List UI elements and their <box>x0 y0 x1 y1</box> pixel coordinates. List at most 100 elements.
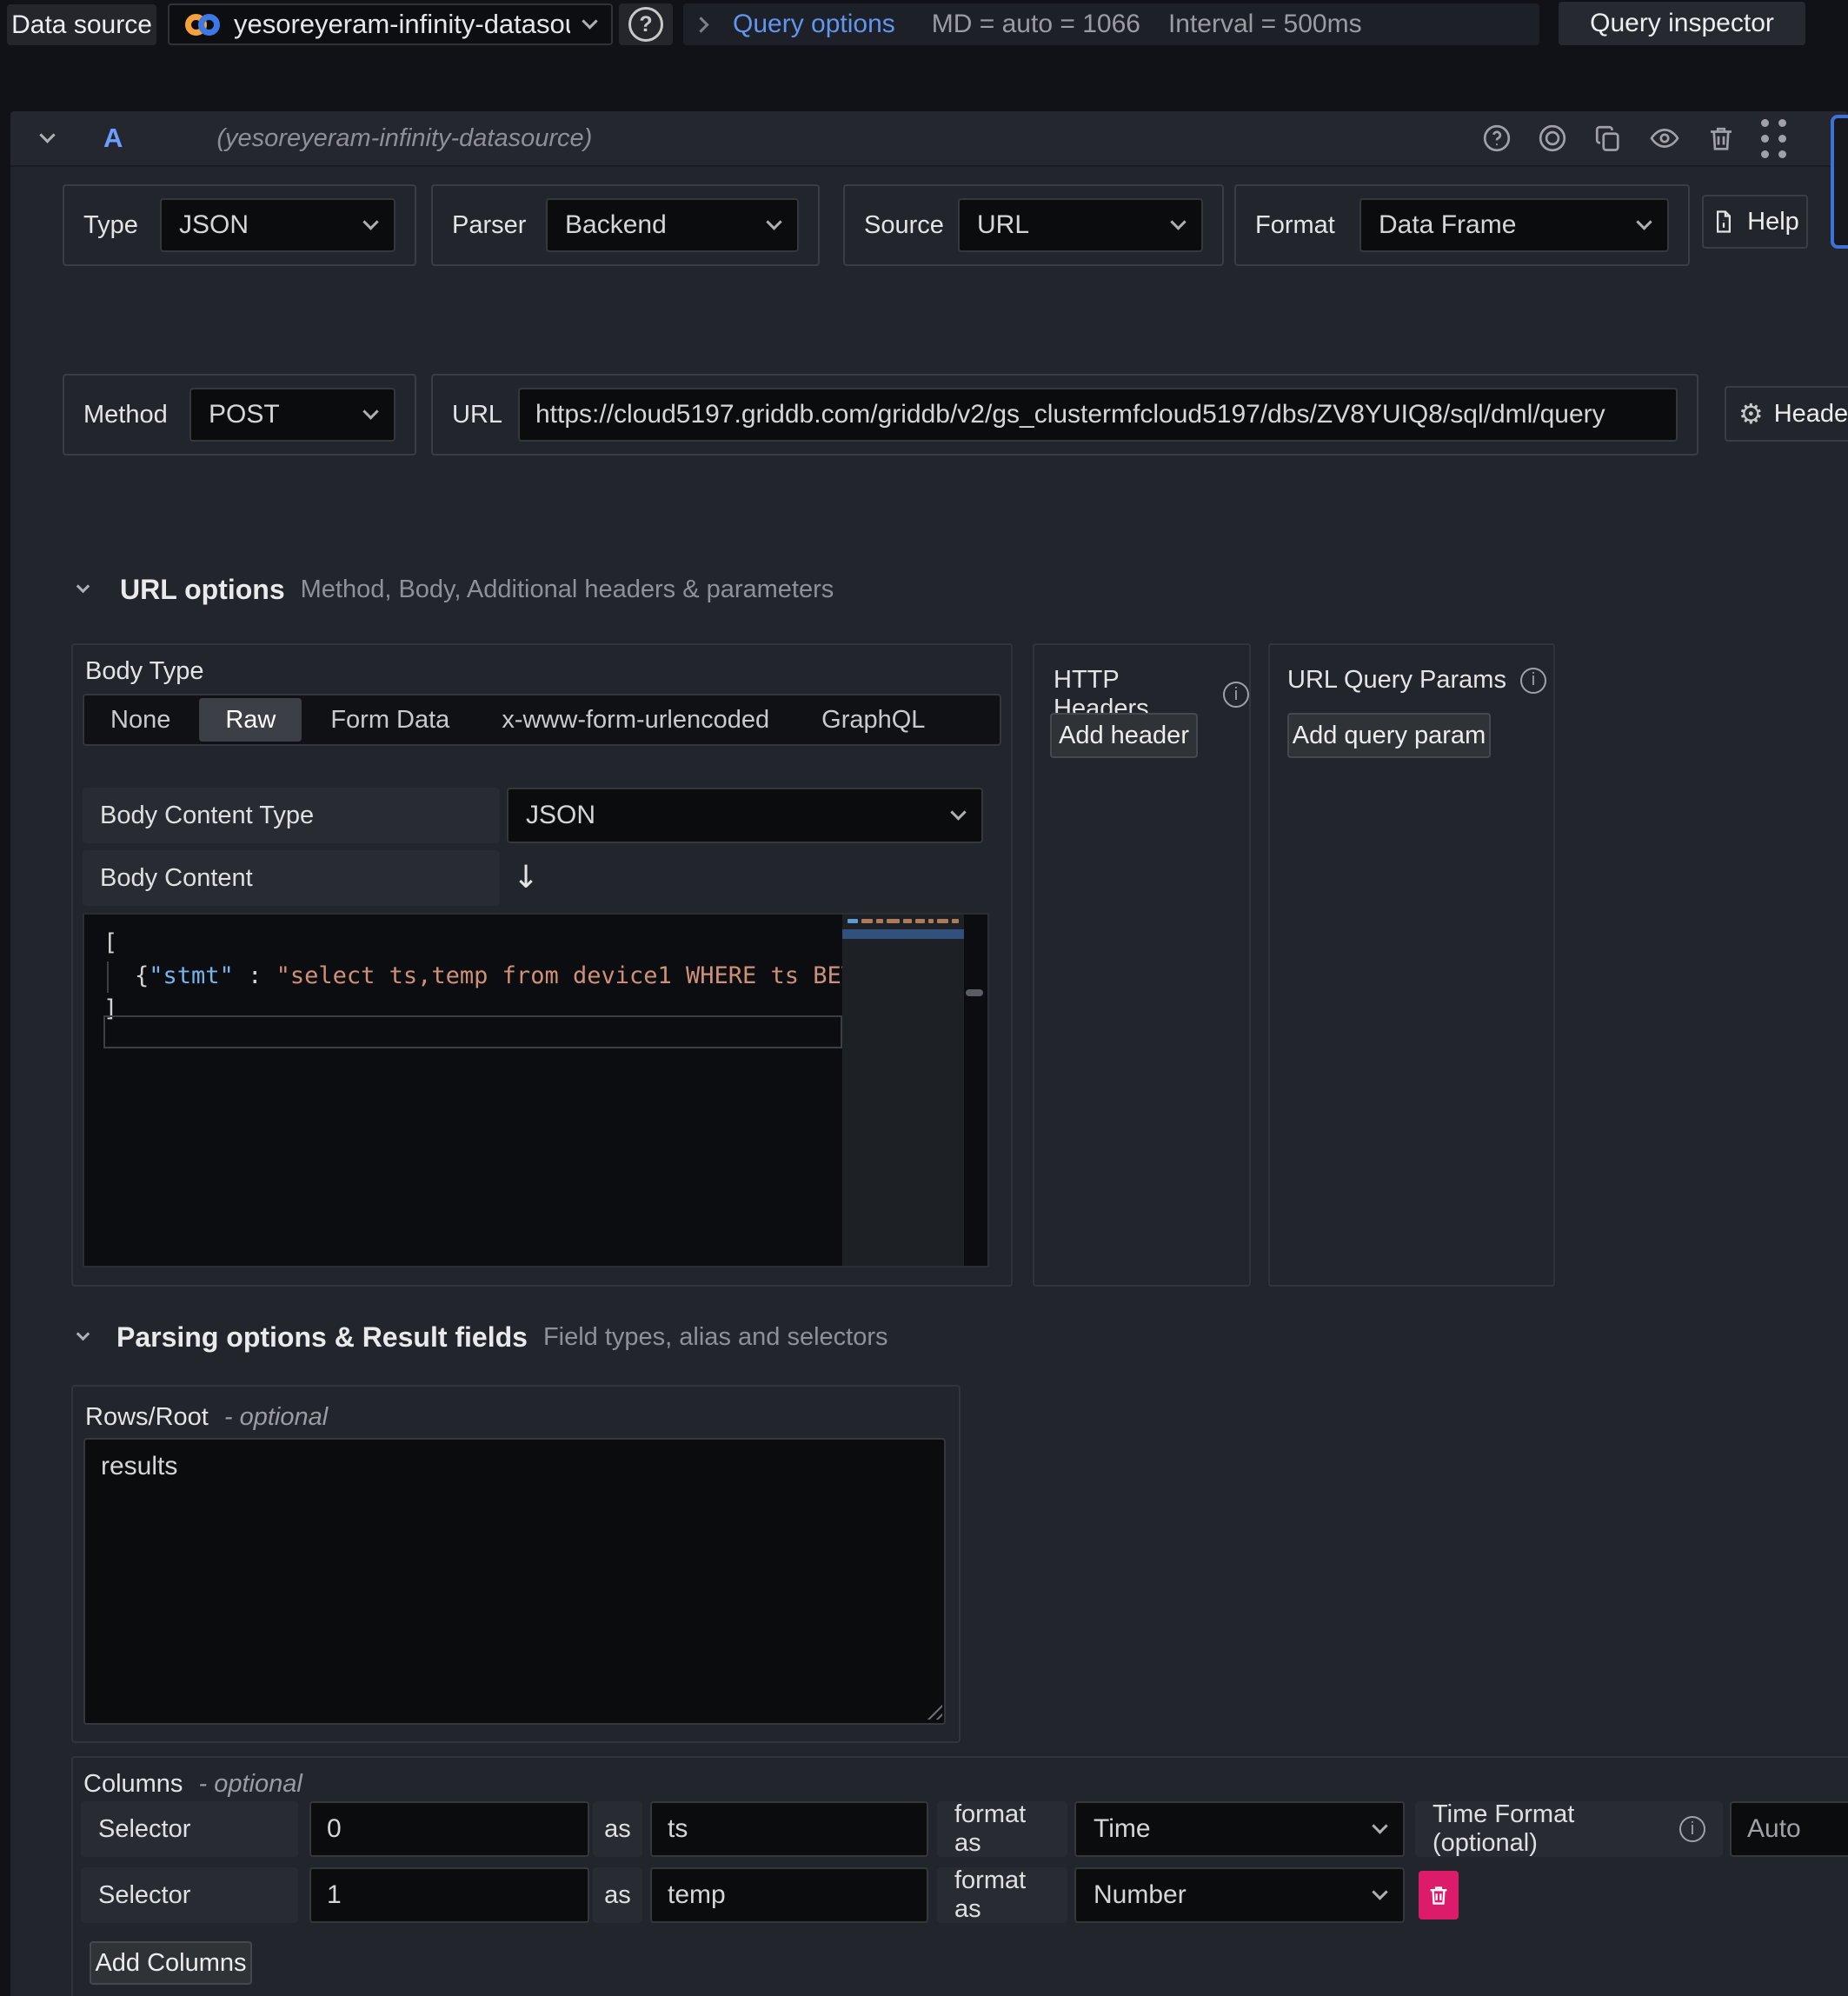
info-circle-icon[interactable]: i <box>1223 682 1249 708</box>
time-format-label: Time Format (optional) i <box>1415 1801 1723 1857</box>
columns-label-row: Columns - optional <box>83 1770 302 1799</box>
add-header-label: Add header <box>1059 722 1189 750</box>
eye-icon-button[interactable] <box>1648 123 1681 154</box>
body-type-radio-group: None Raw Form Data x-www-form-urlencoded… <box>83 694 1001 746</box>
body-content-type-label: Body Content Type <box>83 788 500 843</box>
trash-icon-button[interactable] <box>1705 123 1737 154</box>
indent-guide <box>107 961 109 993</box>
code-line-1: [ <box>84 927 842 960</box>
body-type-label: Body Type <box>85 657 204 686</box>
section-collapse-chevron-icon[interactable] <box>76 1327 90 1341</box>
url-options-section-header[interactable]: URL options Method, Body, Additional hea… <box>78 567 834 612</box>
document-icon <box>1711 209 1737 235</box>
minimap-view-indicator[interactable] <box>842 929 964 939</box>
add-columns-button[interactable]: Add Columns <box>90 1941 252 1985</box>
help-button-label: Help <box>1747 208 1799 236</box>
selector-input[interactable] <box>309 1801 589 1857</box>
section-collapse-chevron-icon[interactable] <box>76 580 90 594</box>
parsing-section-header[interactable]: Parsing options & Result fields Field ty… <box>78 1314 887 1360</box>
rows-root-textarea[interactable]: results <box>83 1438 946 1725</box>
chevron-down-icon <box>1170 214 1186 230</box>
method-value: POST <box>209 400 280 429</box>
help-button[interactable]: Help <box>1702 195 1808 249</box>
body-content-code-editor[interactable]: [ {"stmt" : "select ts,temp from device1… <box>83 913 989 1267</box>
chevron-down-icon <box>1636 214 1652 230</box>
chevron-down-icon <box>1372 1884 1387 1900</box>
delete-column-button[interactable] <box>1419 1871 1459 1919</box>
format-as-label: format as <box>937 1801 1067 1857</box>
type-field-group: Type JSON <box>63 184 416 266</box>
add-columns-label: Add Columns <box>95 1949 246 1978</box>
format-field-group: Format Data Frame <box>1234 184 1690 266</box>
datasource-label-text: Data source <box>11 10 152 40</box>
parser-select[interactable]: Backend <box>546 198 799 252</box>
query-inspector-button[interactable]: Query inspector <box>1559 2 1805 45</box>
query-row-header[interactable]: A (yesoreyeram-infinity-datasource) <box>10 111 1848 167</box>
as-label-text: as <box>604 1815 631 1844</box>
type-select[interactable]: JSON <box>160 198 396 252</box>
body-content-label: Body Content <box>83 850 500 906</box>
alias-input[interactable] <box>650 1801 928 1857</box>
format-select[interactable]: Data Frame <box>1359 198 1669 252</box>
trash-icon <box>1426 1883 1451 1907</box>
info-circle-icon[interactable]: i <box>1520 668 1546 694</box>
url-query-params-panel: URL Query Params i Add query param <box>1268 643 1555 1287</box>
max-data-points-text: MD = auto = 1066 <box>932 10 1140 39</box>
format-select[interactable]: Time <box>1074 1801 1405 1857</box>
datasource-picker[interactable]: yesoreyeram-infinity-datasou <box>168 3 613 45</box>
selector-input[interactable] <box>309 1867 589 1923</box>
selector-label: Selector <box>81 1801 298 1857</box>
add-header-button[interactable]: Add header <box>1050 713 1198 758</box>
source-select[interactable]: URL <box>958 198 1203 252</box>
radio-option-urlencoded[interactable]: x-www-form-urlencoded <box>475 695 795 744</box>
copy-icon-button[interactable] <box>1592 123 1624 154</box>
datasource-label: Data source <box>7 4 156 45</box>
scrollbar-thumb[interactable] <box>966 989 983 996</box>
selector-label-text: Selector <box>98 1815 190 1844</box>
body-content-type-select[interactable]: JSON <box>507 788 983 843</box>
query-options-link[interactable]: Query options <box>733 10 895 39</box>
query-collapse-chevron-icon[interactable] <box>39 127 55 143</box>
as-label: as <box>593 1867 642 1923</box>
chevron-down-icon <box>766 214 781 230</box>
headers-button[interactable]: ⚙ Headers, <box>1725 386 1848 442</box>
datasource-help-button[interactable]: ? <box>619 3 673 45</box>
chevron-right-icon <box>693 17 708 32</box>
format-as-label-text: format as <box>954 1800 1050 1858</box>
as-label: as <box>593 1801 642 1857</box>
url-query-params-title-row: URL Query Params i <box>1287 666 1546 695</box>
source-label: Source <box>864 211 958 240</box>
gear-icon: ⚙ <box>1738 400 1764 428</box>
current-line-highlight <box>103 1015 842 1048</box>
rows-root-label-row: Rows/Root - optional <box>85 1403 328 1432</box>
chevron-down-icon <box>362 214 378 230</box>
arrow-down-icon[interactable]: ↓ <box>513 862 539 894</box>
record-circle-icon-button[interactable] <box>1537 123 1568 154</box>
time-format-input[interactable] <box>1730 1801 1848 1857</box>
add-query-param-button[interactable]: Add query param <box>1287 713 1491 758</box>
format-as-label: format as <box>937 1867 1067 1923</box>
optional-text: - optional <box>199 1770 302 1798</box>
code-minimap[interactable] <box>842 915 964 1266</box>
query-row-actions <box>1481 119 1787 158</box>
method-select[interactable]: POST <box>189 388 396 442</box>
alias-input[interactable] <box>650 1867 928 1923</box>
focused-edge-element[interactable] <box>1831 115 1848 249</box>
radio-option-form-data[interactable]: Form Data <box>304 695 475 744</box>
format-select[interactable]: Number <box>1074 1867 1405 1923</box>
radio-option-raw[interactable]: Raw <box>199 698 302 742</box>
radio-option-graphql[interactable]: GraphQL <box>795 695 951 744</box>
format-value: Data Frame <box>1379 210 1516 240</box>
question-circle-icon-button[interactable] <box>1481 123 1512 154</box>
method-field-group: Method POST <box>63 374 416 456</box>
format-label: Format <box>1255 211 1359 240</box>
info-circle-icon[interactable]: i <box>1679 1816 1705 1842</box>
drag-handle-icon[interactable] <box>1761 119 1787 158</box>
url-input[interactable] <box>518 388 1678 442</box>
selector-label-text: Selector <box>98 1881 190 1910</box>
method-label: Method <box>83 401 189 429</box>
parser-label: Parser <box>452 211 546 240</box>
parser-field-group: Parser Backend <box>431 184 820 266</box>
radio-option-none[interactable]: None <box>84 695 196 744</box>
source-field-group: Source URL <box>843 184 1224 266</box>
